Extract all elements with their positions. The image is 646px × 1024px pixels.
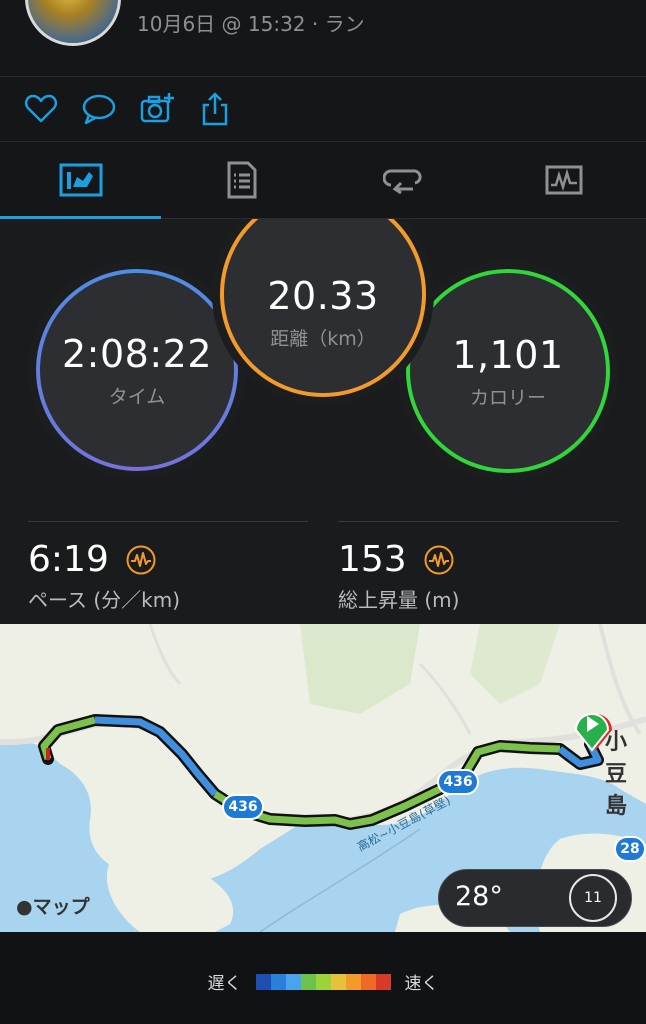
distance-value: 20.33 xyxy=(267,273,379,318)
legend-slow: 遅く xyxy=(207,974,242,994)
details-icon xyxy=(227,161,256,199)
graph-icon xyxy=(545,165,582,195)
legend-swatch xyxy=(255,973,271,990)
activity-date: 10月6日 @ 15:32 · ラン xyxy=(137,12,365,36)
avatar[interactable] xyxy=(25,0,121,46)
legend-swatch xyxy=(315,973,331,990)
ascent-metric: 153 総上昇量 (m) xyxy=(338,539,459,613)
heart-rate-zone-icon[interactable] xyxy=(424,545,454,575)
calories-value: 1,101 xyxy=(452,332,564,377)
heart-icon[interactable] xyxy=(23,91,59,127)
wind-dial: 11 xyxy=(569,874,617,922)
road-shield: 28 xyxy=(614,836,646,862)
legend-swatch xyxy=(270,973,286,990)
legend-swatch xyxy=(345,973,361,990)
overview-icon xyxy=(59,163,102,197)
tab-graphs[interactable] xyxy=(483,142,644,218)
wind-speed: 11 xyxy=(584,890,602,906)
legend-swatch xyxy=(330,973,346,990)
pace-legend-area: 遅く 速く xyxy=(0,932,646,1024)
legend-color-bar xyxy=(255,973,391,990)
pace-label: ペース (分／km) xyxy=(28,588,181,612)
comment-icon[interactable] xyxy=(81,91,117,127)
action-bar xyxy=(0,77,646,142)
ascent-label: 総上昇量 (m) xyxy=(338,588,460,612)
maps-attribution-text: マップ xyxy=(32,896,90,918)
route-map[interactable]: 436 436 28 高松~小豆島(草壁) 小豆島 ●マップ 28° 11 xyxy=(0,624,646,932)
distance-label: 距離（km） xyxy=(270,327,376,350)
weather-widget[interactable]: 28° 11 xyxy=(438,869,632,927)
add-photo-icon[interactable] xyxy=(139,91,175,127)
apple-logo-icon: ● xyxy=(16,896,33,918)
divider xyxy=(28,521,308,522)
legend-swatch xyxy=(285,973,301,990)
temperature: 28° xyxy=(455,881,503,912)
pace-metric: 6:19 ペース (分／km) xyxy=(28,539,180,613)
legend-swatch xyxy=(360,973,376,990)
road-shield: 436 xyxy=(222,794,264,820)
time-value: 2:08:22 xyxy=(62,331,212,376)
ascent-value: 153 xyxy=(338,539,407,580)
tab-details[interactable] xyxy=(161,142,322,218)
legend-swatch xyxy=(300,973,316,990)
laps-icon xyxy=(382,169,422,195)
divider xyxy=(338,521,618,522)
summary-stats: 2:08:22 タイム 1,101 カロリー 20.33 距離（km） 6:19… xyxy=(0,219,646,624)
pace-legend: 遅く 速く xyxy=(0,969,646,994)
tab-laps[interactable] xyxy=(322,142,483,218)
activity-header: 10月6日 @ 15:32 · ラン xyxy=(0,0,646,77)
maps-attribution: ●マップ xyxy=(16,892,90,919)
pace-value: 6:19 xyxy=(28,539,109,580)
tab-overview[interactable] xyxy=(0,142,161,218)
time-label: タイム xyxy=(108,385,166,408)
start-pin-icon[interactable] xyxy=(574,708,620,752)
calories-label: カロリー xyxy=(469,386,546,409)
legend-swatch xyxy=(375,973,391,990)
legend-fast: 速く xyxy=(404,974,439,994)
share-icon[interactable] xyxy=(197,91,233,127)
tab-bar xyxy=(0,142,646,219)
heart-rate-zone-icon[interactable] xyxy=(126,545,156,575)
